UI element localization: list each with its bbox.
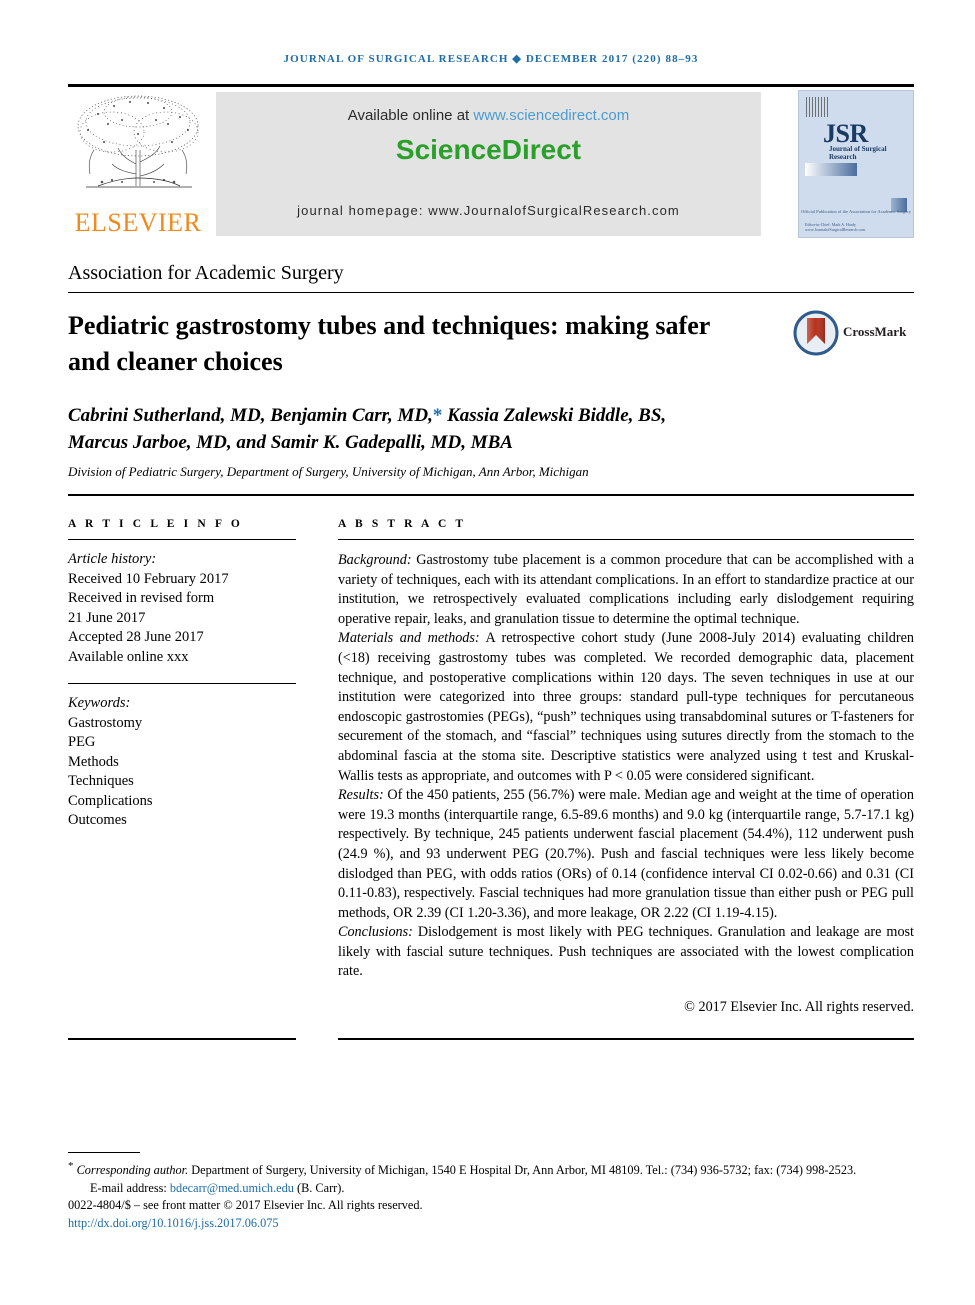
authors-line-1b: Kassia Zalewski Biddle, BS, [442,405,667,426]
authors-line-2: Marcus Jarboe, MD, and Samir K. Gadepall… [68,432,513,453]
email-label: E-mail address: [90,1180,170,1195]
author-list: Cabrini Sutherland, MD, Benjamin Carr, M… [68,402,828,456]
email-suffix: (B. Carr). [293,1180,345,1195]
article-info-bottom-rule [68,1038,296,1040]
article-history-item: Available online xxx [68,648,189,665]
keyword-item: PEG [68,734,96,750]
abstract-label-conclusions: Conclusions: [338,924,413,941]
article-info-heading-rule [68,539,296,540]
article-info-heading: A R T I C L E I N F O [68,518,243,530]
available-online-line: Available online at www.sciencedirect.co… [216,107,761,124]
journal-cover-subtitle: Journal of Surgical Research [829,145,887,161]
keyword-item: Techniques [68,773,134,789]
article-first-page: JOURNAL OF SURGICAL RESEARCH ◆ DECEMBER … [0,0,975,1305]
journal-cover-thumbnail: JSR Journal of Surgical Research Officia… [798,90,914,238]
keyword-item: Methods [68,753,119,770]
keyword-item: Complications [68,792,153,809]
abstract-paragraph-results: Results: Of the 450 patients, 255 (56.7%… [338,786,914,923]
corresponding-author-note: * Corresponding author. Department of Su… [68,1158,914,1180]
article-history: Article history: Received 10 February 20… [68,550,296,667]
abstract-label-background: Background: [338,552,412,568]
abstract-heading: A B S T R A C T [338,518,467,530]
masthead: ELSEVIER Available online at www.science… [68,90,914,238]
email-note: E-mail address: bdecarr@med.umich.edu (B… [68,1180,914,1198]
elsevier-tree-icon [68,90,208,202]
corresponding-author-label: Corresponding author. [76,1163,189,1178]
abstract-text-results: Of the 450 patients, 255 (56.7%) were ma… [338,787,914,921]
journal-homepage-line[interactable]: journal homepage: www.JournalofSurgicalR… [216,203,761,218]
keywords-list: Keywords: Gastrostomy PEG Methods Techni… [68,694,296,831]
crossmark-label: CrossMark [843,324,907,339]
running-head: JOURNAL OF SURGICAL RESEARCH ◆ DECEMBER … [283,53,699,65]
keywords-label: Keywords: [68,695,131,711]
sciencedirect-url-link[interactable]: www.sciencedirect.com [473,107,629,124]
abstract-label-methods: Materials and methods: [338,630,480,647]
keywords-rule [68,683,296,684]
doi-link[interactable]: http://dx.doi.org/10.1016/j.jss.2017.06.… [68,1215,914,1233]
abstract-bottom-rule [338,1038,914,1040]
elsevier-logo: ELSEVIER [68,90,208,238]
journal-cover-association: Official Publication of the Association … [801,209,911,214]
abstract-paragraph-background: Background: Gastrostomy tube placement i… [338,551,914,629]
article-info-column: A R T I C L E I N F O Article history: R… [68,518,296,831]
abstract-column: A B S T R A C T Background: Gastrostomy … [338,518,914,1018]
abstract-text-methods: A retrospective cohort study (June 2008-… [338,630,914,784]
society-rule [68,292,914,293]
abstract-body: Background: Gastrostomy tube placement i… [338,551,914,1018]
footnotes: * Corresponding author. Department of Su… [68,1158,914,1232]
footnote-separator-rule [68,1152,140,1153]
corresponding-author-address: Department of Surgery, University of Mic… [188,1163,857,1178]
header-rule [68,84,914,87]
affiliation: Division of Pediatric Surgery, Departmen… [68,464,589,479]
keyword-item: Outcomes [68,812,127,828]
page-title: Pediatric gastrostomy tubes and techniqu… [68,311,710,376]
barcode-icon [806,97,828,117]
keyword-item: Gastrostomy [68,714,143,731]
elsevier-wordmark: ELSEVIER [74,208,202,237]
asterisk-icon: * [68,1160,74,1172]
cover-accent-bar-left [805,163,857,176]
sciencedirect-wordmark: ScienceDirect [395,134,582,165]
article-history-item: Received in revised form [68,590,215,606]
abstract-top-rule [68,494,914,496]
abstract-heading-rule [338,539,914,540]
abstract-text-conclusions: Dislodgement is most likely with PEG tec… [338,924,914,980]
abstract-copyright: © 2017 Elsevier Inc. All rights reserved… [684,999,914,1016]
article-history-item: Received 10 February 2017 [68,570,229,587]
article-history-label: Article history: [68,551,157,567]
available-online-text: Available online at [347,107,474,124]
authors-line-1a: Cabrini Sutherland, MD, Benjamin Carr, M… [68,405,433,426]
article-history-item: 21 June 2017 [68,609,146,626]
issn-copyright-line: 0022-4804/$ – see front matter © 2017 El… [68,1198,423,1213]
abstract-label-results: Results: [338,787,384,804]
abstract-paragraph-methods: Materials and methods: A retrospective c… [338,629,914,786]
crossmark-icon [793,310,839,356]
abstract-paragraph-conclusions: Conclusions: Dislodgement is most likely… [338,923,914,982]
journal-cover-footer: Editor-in-Chief: Mark A. Hardy www.Journ… [805,222,866,232]
abstract-text-background: Gastrostomy tube placement is a common p… [338,552,914,627]
email-link[interactable]: bdecarr@med.umich.edu [170,1181,294,1195]
society-line: Association for Academic Surgery [68,262,344,284]
article-history-item: Accepted 28 June 2017 [68,629,204,645]
sciencedirect-banner: Available online at www.sciencedirect.co… [216,92,761,236]
crossmark-badge[interactable]: CrossMark [793,310,913,358]
corresponding-author-marker[interactable]: * [433,405,443,426]
